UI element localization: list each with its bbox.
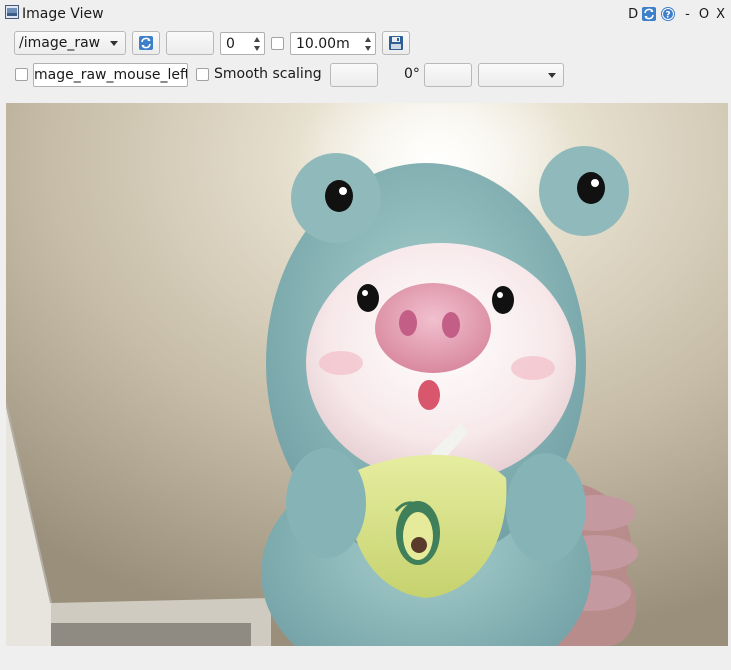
refresh-icon (139, 36, 153, 50)
window-icon (5, 5, 19, 19)
color-scheme-combobox[interactable] (478, 63, 564, 87)
spin-buttons[interactable] (252, 34, 263, 54)
save-icon (389, 36, 403, 50)
minimize-button[interactable]: - (685, 7, 690, 22)
title-bar: Image View D ? - O X (0, 0, 731, 28)
window-title: Image View (22, 6, 104, 22)
rotation-spinbox[interactable]: 0 (220, 32, 265, 55)
spin-up-icon[interactable] (254, 37, 260, 42)
rotate-right-button[interactable] (424, 63, 472, 87)
rotate-left-button[interactable] (330, 63, 378, 87)
max-range-spinbox[interactable]: 10.00m (290, 32, 376, 55)
spin-down-icon[interactable] (365, 46, 371, 51)
rotation-label: 0° (404, 66, 420, 82)
close-button[interactable]: X (716, 7, 725, 22)
svg-text:?: ? (666, 11, 671, 21)
maximize-button[interactable]: O (699, 7, 709, 22)
dock-label[interactable]: D (628, 7, 638, 22)
reload-icon[interactable] (641, 6, 657, 22)
refresh-topics-button[interactable] (132, 31, 160, 55)
help-icon[interactable]: ? (660, 6, 676, 22)
mouse-topic-value: mage_raw_mouse_left (34, 67, 188, 83)
smooth-scaling-label: Smooth scaling (214, 66, 322, 82)
max-range-value: 10.00m (296, 36, 350, 52)
mouse-topic-input[interactable]: mage_raw_mouse_left (33, 63, 188, 87)
chevron-down-icon (548, 73, 556, 78)
topic-combobox[interactable]: /image_raw (14, 31, 126, 55)
image-display[interactable] (6, 103, 728, 646)
save-image-button[interactable] (382, 31, 410, 55)
title-controls: D ? - O X (628, 5, 725, 23)
camera-image (6, 103, 728, 646)
topic-combobox-value: /image_raw (19, 35, 101, 51)
spin-down-icon[interactable] (254, 46, 260, 51)
publish-mouse-checkbox[interactable] (15, 68, 28, 81)
spin-buttons[interactable] (363, 34, 374, 54)
spin-up-icon[interactable] (365, 37, 371, 42)
dynamic-range-checkbox[interactable] (271, 37, 284, 50)
chevron-down-icon (110, 41, 118, 46)
rotation-spinbox-value: 0 (226, 36, 235, 52)
smooth-scaling-checkbox[interactable] (196, 68, 209, 81)
zoom-1-button[interactable] (166, 31, 214, 55)
